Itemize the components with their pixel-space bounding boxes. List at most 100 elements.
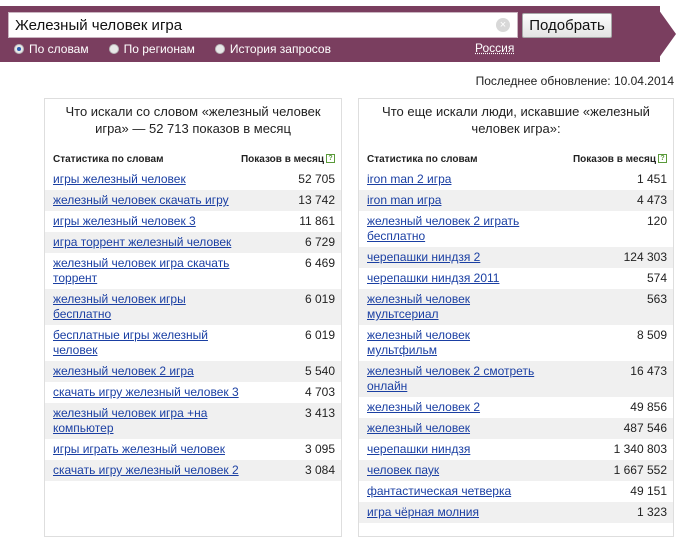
help-icon[interactable]: ? [326, 154, 335, 164]
search-header: Железный человек игра × Подобрать По сло… [0, 0, 688, 62]
phrase-link[interactable]: железный человек мультсериал [367, 292, 537, 322]
table-row: игры железный человек 3 11 861 [45, 211, 341, 232]
table-row: железный человек игра +на компьютер 3 413 [45, 403, 341, 439]
phrase-link[interactable]: железный человек игра +на компьютер [53, 406, 243, 436]
search-query: Железный человек игра [15, 16, 183, 34]
column-phrase: Статистика по словам [367, 153, 478, 165]
phrase-link[interactable]: iron man 2 игра [367, 172, 451, 187]
phrase-link[interactable]: человек паук [367, 463, 439, 478]
phrase-link[interactable]: железный человек 2 [367, 400, 480, 415]
phrase-link[interactable]: железный человек игра скачать торрент [53, 256, 243, 286]
impressions-count: 8 509 [636, 328, 667, 342]
mode-by-regions[interactable]: По регионам [108, 42, 195, 56]
phrase-link[interactable]: железный человек игры бесплатно [53, 292, 243, 322]
phrase-link[interactable]: бесплатные игры железный человек [53, 328, 243, 358]
impressions-count: 574 [646, 271, 667, 285]
column-count: Показов в месяц? [241, 154, 335, 165]
panel-title: Что еще искали люди, искавшие «железный … [382, 104, 650, 136]
mode-label: История запросов [229, 42, 331, 56]
table-row: железный человек 2 игра 5 540 [45, 361, 341, 382]
table-row: фантастическая четверка 49 151 [359, 481, 673, 502]
phrase-link[interactable]: черепашки ниндзя [367, 442, 470, 457]
table-row: скачать игру железный человек 3 4 703 [45, 382, 341, 403]
header-arrow [656, 6, 676, 62]
impressions-count: 487 546 [623, 421, 667, 435]
table-row: игры железный человек 52 705 [45, 169, 341, 190]
phrase-link[interactable]: железный человек 2 играть бесплатно [367, 214, 537, 244]
phrase-link[interactable]: скачать игру железный человек 2 [53, 463, 239, 478]
impressions-count: 16 473 [630, 364, 667, 378]
mode-query-history[interactable]: История запросов [214, 42, 331, 56]
search-input[interactable]: Железный человек игра [8, 12, 518, 38]
impressions-count: 3 095 [304, 442, 335, 456]
phrase-link[interactable]: железный человек скачать игру [53, 193, 229, 208]
impressions-count: 5 540 [304, 364, 335, 378]
table-row: железный человек 487 546 [359, 418, 673, 439]
search-mode-group: По словам По регионам История запросов [14, 41, 331, 57]
impressions-count: 3 413 [304, 406, 335, 420]
phrase-link[interactable]: iron man игра [367, 193, 441, 208]
mode-label: По словам [29, 42, 89, 56]
phrase-link[interactable]: игры железный человек [53, 172, 186, 187]
table-row: бесплатные игры железный человек 6 019 [45, 325, 341, 361]
impressions-count: 563 [646, 292, 667, 306]
impressions-count: 6 019 [304, 328, 335, 342]
phrase-link[interactable]: черепашки ниндзя 2 [367, 250, 480, 265]
last-update: Последнее обновление: 10.04.2014 [475, 74, 674, 88]
region-link[interactable]: Россия [475, 41, 514, 55]
impressions-count: 13 742 [298, 193, 335, 207]
impressions-count: 6 729 [304, 235, 335, 249]
table-row: железный человек скачать игру 13 742 [45, 190, 341, 211]
table-row: железный человек мультфильм 8 509 [359, 325, 673, 361]
radio-icon [108, 44, 119, 54]
search-button[interactable]: Подобрать [522, 13, 612, 38]
impressions-count: 49 151 [630, 484, 667, 498]
phrase-link[interactable]: железный человек 2 смотреть онлайн [367, 364, 537, 394]
table-row: скачать игру железный человек 2 3 084 [45, 460, 341, 481]
column-header: Статистика по словам Показов в месяц? [359, 149, 673, 169]
mode-label: По регионам [123, 42, 195, 56]
table-row: игра торрент железный человек 6 729 [45, 232, 341, 253]
phrase-link[interactable]: игры играть железный человек [53, 442, 225, 457]
phrase-link[interactable]: фантастическая четверка [367, 484, 511, 499]
phrase-link[interactable]: железный человек [367, 421, 470, 436]
impressions-count: 1 667 552 [613, 463, 667, 477]
impressions-count: 6 019 [304, 292, 335, 306]
table-row: игры играть железный человек 3 095 [45, 439, 341, 460]
phrase-link[interactable]: железный человек мультфильм [367, 328, 537, 358]
impressions-count: 124 303 [623, 250, 667, 264]
impressions-count: 4 473 [636, 193, 667, 207]
table-row: железный человек игра скачать торрент 6 4… [45, 253, 341, 289]
table-row: железный человек 2 смотреть онлайн 16 473 [359, 361, 673, 397]
impressions-count: 6 469 [304, 256, 335, 270]
impressions-count: 1 451 [636, 172, 667, 186]
phrase-link[interactable]: игры железный человек 3 [53, 214, 196, 229]
impressions-count: 3 084 [304, 463, 335, 477]
column-header: Статистика по словам Показов в месяц? [45, 149, 341, 169]
column-phrase: Статистика по словам [53, 153, 164, 165]
left-rows: игры железный человек 52 705 железный чело… [45, 169, 341, 481]
radio-icon [214, 44, 225, 54]
impressions-count: 11 861 [299, 214, 335, 228]
right-rows: iron man 2 игра 1 451 iron man игра 4 473 же… [359, 169, 673, 523]
right-panel: Что еще искали люди, искавшие «железный … [358, 98, 674, 537]
table-row: черепашки ниндзя 2011 574 [359, 268, 673, 289]
table-row: железный человек 2 49 856 [359, 397, 673, 418]
column-count: Показов в месяц? [573, 154, 667, 165]
mode-by-words[interactable]: По словам [14, 42, 89, 56]
table-row: черепашки ниндзя 1 340 803 [359, 439, 673, 460]
phrase-link[interactable]: скачать игру железный человек 3 [53, 385, 239, 400]
impressions-count: 1 340 803 [613, 442, 667, 456]
phrase-link[interactable]: игра чёрная молния [367, 505, 479, 520]
phrase-link[interactable]: игра торрент железный человек [53, 235, 231, 250]
impressions-count: 49 856 [630, 400, 667, 414]
table-row: железный человек 2 играть бесплатно 120 [359, 211, 673, 247]
phrase-link[interactable]: черепашки ниндзя 2011 [367, 271, 499, 286]
phrase-link[interactable]: железный человек 2 игра [53, 364, 194, 379]
impressions-count: 120 [646, 214, 667, 228]
clear-icon[interactable]: × [496, 18, 510, 32]
help-icon[interactable]: ? [658, 154, 667, 164]
table-row: железный человек мультсериал 563 [359, 289, 673, 325]
impressions-count: 1 323 [636, 505, 667, 519]
radio-selected-icon [14, 44, 24, 54]
